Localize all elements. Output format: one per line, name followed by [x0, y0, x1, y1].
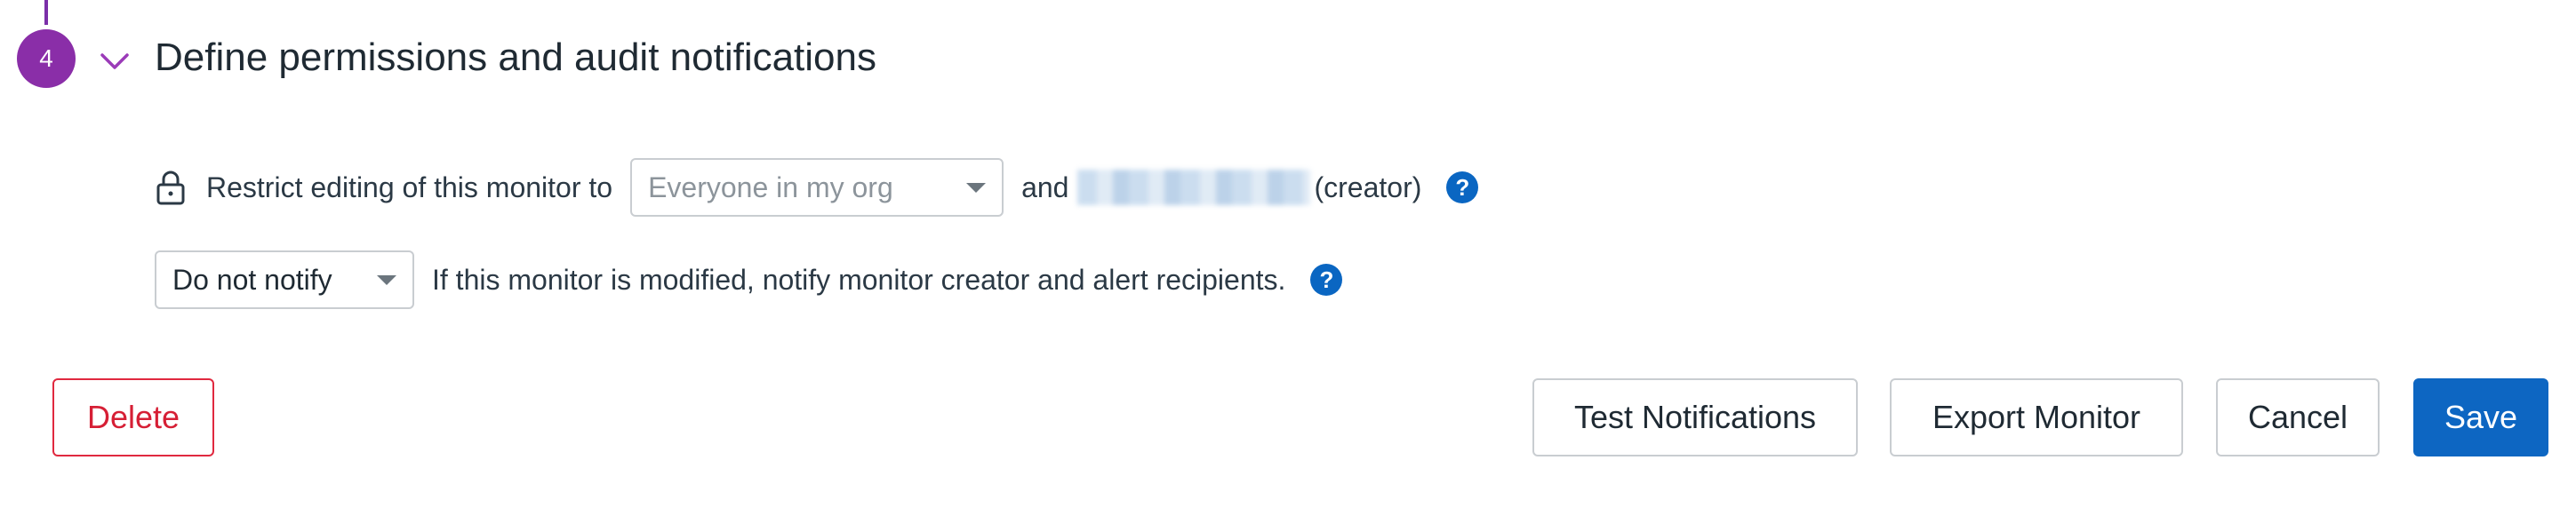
- creator-name-redacted: [1077, 170, 1311, 205]
- step-number-badge: 4: [17, 29, 76, 88]
- restrict-select-value: Everyone in my org: [648, 171, 893, 203]
- caret-down-icon: [966, 183, 987, 193]
- restrict-label: Restrict editing of this monitor to: [206, 171, 613, 203]
- export-monitor-button[interactable]: Export Monitor: [1890, 378, 2183, 456]
- chevron-down-icon[interactable]: [98, 44, 132, 78]
- save-button[interactable]: Save: [2413, 378, 2548, 456]
- lock-icon: [156, 171, 185, 205]
- step-connector-line: [44, 0, 48, 25]
- notify-select[interactable]: Do not notify: [155, 250, 414, 309]
- and-text: and: [1021, 171, 1069, 203]
- caret-down-icon: [377, 275, 396, 285]
- notify-select-value: Do not notify: [172, 263, 332, 296]
- audit-notify-row: Do not notify If this monitor is modifie…: [155, 250, 1343, 309]
- help-question-icon[interactable]: ?: [1446, 171, 1479, 203]
- restrict-editing-row: Restrict editing of this monitor to Ever…: [155, 158, 1479, 217]
- section-title: Define permissions and audit notificatio…: [155, 36, 877, 79]
- notify-description: If this monitor is modified, notify moni…: [432, 263, 1286, 296]
- delete-button[interactable]: Delete: [52, 378, 214, 456]
- test-notifications-button[interactable]: Test Notifications: [1532, 378, 1858, 456]
- help-question-icon[interactable]: ?: [1310, 264, 1343, 296]
- cancel-button[interactable]: Cancel: [2216, 378, 2380, 456]
- restrict-editing-select[interactable]: Everyone in my org: [630, 158, 1004, 217]
- creator-label: (creator): [1314, 171, 1422, 203]
